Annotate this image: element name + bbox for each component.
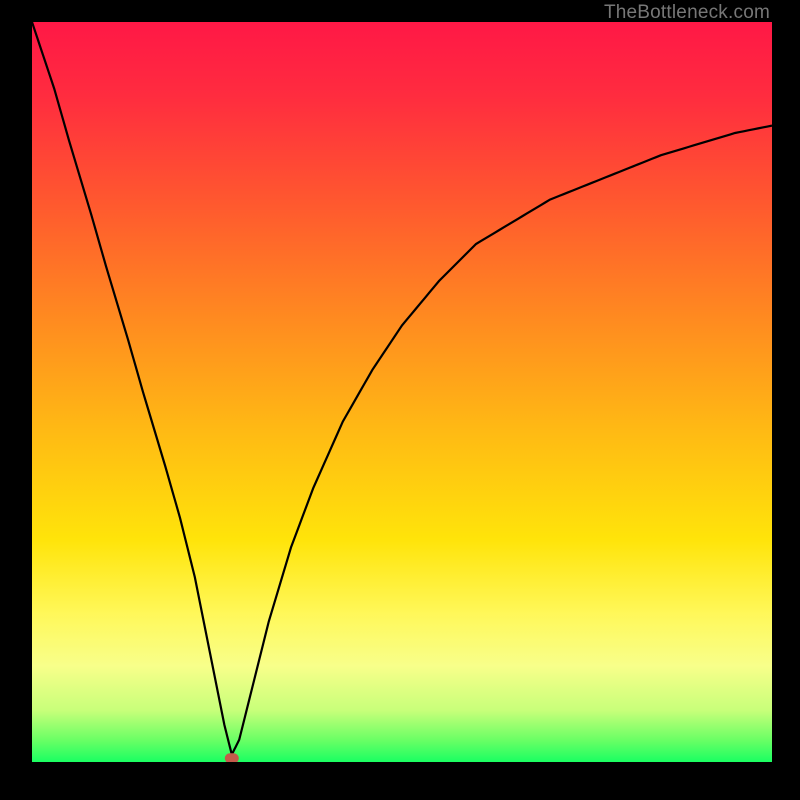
- optimal-point-marker: [225, 753, 239, 762]
- plot-area: [32, 22, 772, 762]
- bottleneck-chart: [32, 22, 772, 762]
- chart-frame: TheBottleneck.com: [0, 0, 800, 800]
- watermark-text: TheBottleneck.com: [604, 2, 770, 24]
